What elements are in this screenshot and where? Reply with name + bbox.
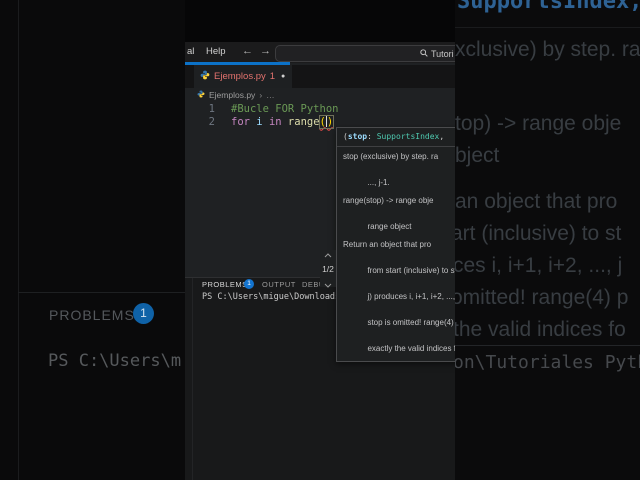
code-line-1[interactable]: #Bucle FOR Python [231,103,338,115]
background-doc-line: omitted! range(4) p [455,286,629,309]
line-number: 1 [208,103,215,115]
background-vertical-divider [18,0,19,480]
pager-value: 1/2 [322,263,334,274]
background-separator-line [455,27,640,28]
titlebar: al Help ← → Tutori [185,42,455,63]
close-paren: ) [326,115,334,128]
hint-docs: stop (exclusive) by step. ra ..., j-1. r… [337,147,455,361]
tab-error-count: 1 [269,70,276,82]
search-text: Tutori [431,48,454,59]
background-problems-label: PROBLEMS [49,307,135,323]
search-icon [420,48,428,59]
hint-line: exactly the valid indices fo [367,344,455,353]
background-doc-line: the valid indices fo [455,318,626,341]
menu-terminal[interactable]: al [187,46,194,57]
hint-line: stop (exclusive) by step. ra [343,152,439,161]
hint-overload-pager: 1/2 [320,250,336,288]
sig-type: SupportsIndex [376,132,440,141]
background-signature-text: SupportsIndex, [457,0,640,14]
background-doc-line: bject [455,144,500,167]
hint-line: Return an object that pro [343,240,432,249]
function-range: range [287,115,320,128]
chevron-down-icon[interactable] [324,275,332,293]
editor-tabbar: Ejemplos.py 1 ● [185,64,455,88]
bracket-pair: () [318,114,335,129]
background-panel-divider [18,292,185,293]
background-terminal-text: PS C:\Users\m [48,351,182,371]
breadcrumb-file[interactable]: Ejemplos.py [209,90,255,100]
tab-ejemplos-py[interactable]: Ejemplos.py 1 ● [194,64,292,88]
python-file-icon [197,90,205,100]
panel-left-edge [192,278,193,480]
modified-dot-icon[interactable]: ● [281,73,285,80]
parameter-hint-tooltip: (stop: SupportsIndex, stop (exclusive) b… [336,127,455,362]
sig-comma: , [439,132,445,141]
line-number: 2 [208,115,215,128]
command-center-search[interactable]: Tutori [275,44,455,62]
panel-tab-output[interactable]: OUTPUT [262,280,296,289]
breadcrumb-ellipsis[interactable]: … [266,90,275,100]
menu-help[interactable]: Help [206,46,226,57]
background-right-strip: SupportsIndex, xclusive) by step. ra top… [455,0,640,480]
background-doc-line: art (inclusive) to st [455,222,622,245]
tab-filename: Ejemplos.py [214,70,266,82]
hint-line: ..., j-1. [367,178,390,187]
background-tooltip-bottom-line [455,345,640,346]
vscode-window: al Help ← → Tutori Ejemplos.py 1 ● Ejemp… [185,0,455,480]
hint-line: range object [367,222,412,231]
back-arrow-icon[interactable]: ← [242,45,253,57]
hint-line: range(stop) -> range obje [343,196,434,205]
chevron-up-icon[interactable] [324,245,332,263]
background-doc-line: top) -> range obje [455,112,622,135]
breadcrumb: Ejemplos.py › … [197,90,275,100]
keyword-in: in [262,115,288,128]
background-doc-line: ces i, i+1, i+2, ..., j [455,254,623,277]
shorts-frame: PROBLEMS 1 PS C:\Users\m SupportsIndex, … [0,0,640,480]
sig-colon: : [367,132,377,141]
forward-arrow-icon[interactable]: → [260,45,271,57]
background-problems-badge: 1 [133,303,154,324]
background-doc-line: xclusive) by step. ra [455,38,640,61]
background-terminal-text: on\Tutoriales Pyth [455,352,640,373]
sig-param: stop [347,132,368,141]
hint-signature: (stop: SupportsIndex, [337,128,455,147]
code-line-2[interactable]: for i in range() [231,114,335,129]
problems-count-badge: 1 [244,279,254,289]
breadcrumb-separator: › [259,90,263,100]
hint-line: stop is omitted! range(4) p [367,318,455,327]
python-file-icon [200,67,210,85]
background-doc-line: an object that pro [455,190,618,213]
hint-line: j) produces i, i+1, i+2, ..., j [367,292,455,301]
letterbox-top [185,0,455,42]
panel-tab-problems[interactable]: PROBLEMS [202,280,248,289]
hint-line: from start (inclusive) to st [367,266,455,275]
background-left-strip: PROBLEMS 1 PS C:\Users\m [0,0,185,480]
keyword-for: for [231,115,257,128]
